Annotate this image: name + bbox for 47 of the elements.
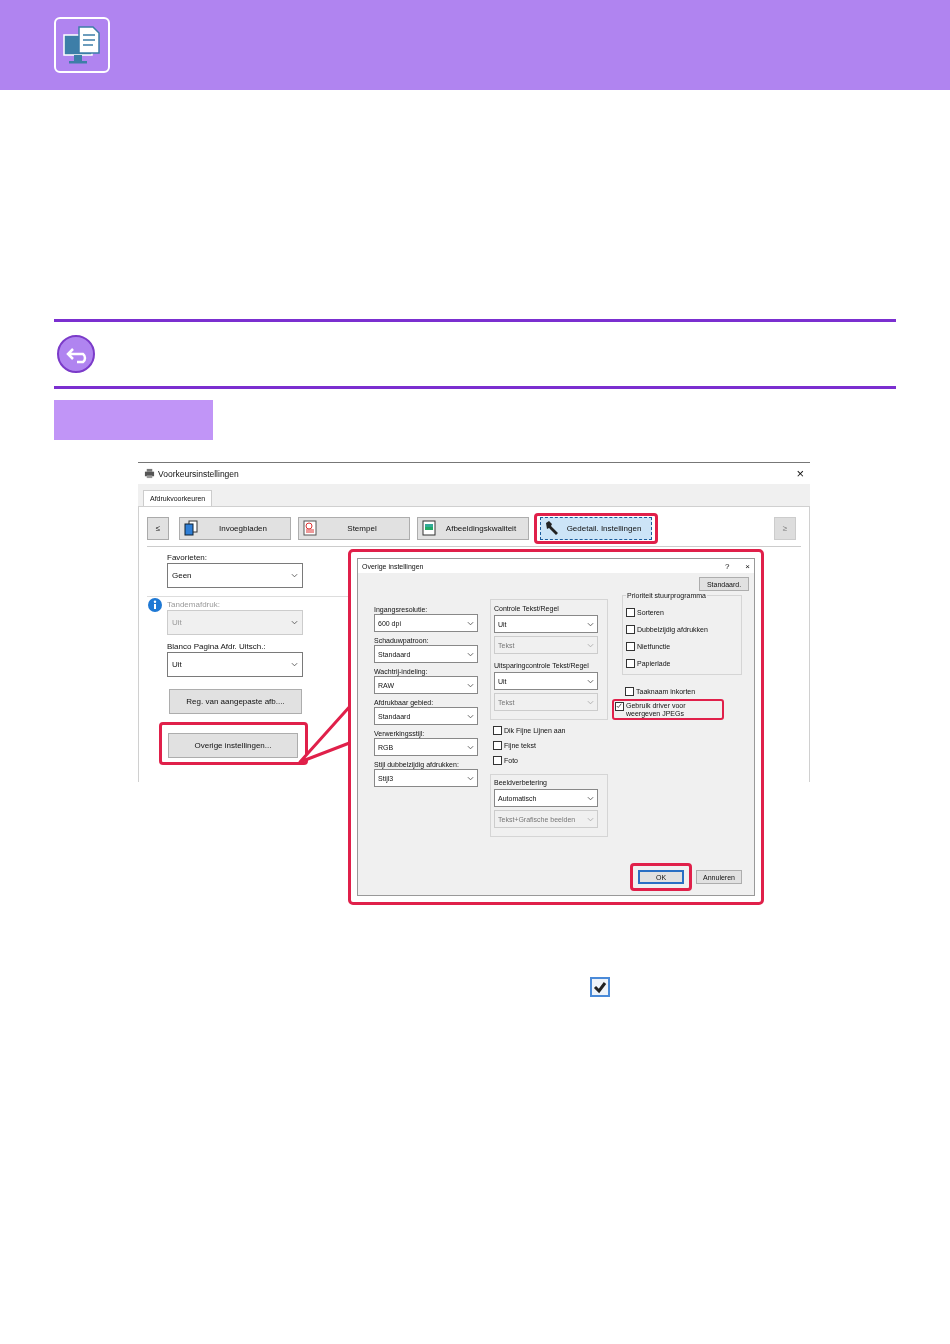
toolbar-button[interactable]: Afbeeldingskwaliteit <box>417 516 529 540</box>
chevron-icon <box>587 816 594 822</box>
chevron-icon <box>291 620 298 625</box>
chevron-icon <box>291 662 298 667</box>
chevron-icon <box>587 621 594 627</box>
chevron-icon <box>467 651 474 657</box>
checkbox[interactable] <box>493 726 502 735</box>
dropdown[interactable]: Geen <box>167 563 303 588</box>
close-button[interactable]: × <box>796 466 804 481</box>
checkbox[interactable] <box>625 687 634 696</box>
button[interactable]: Reg. van aangepaste afb.... <box>169 689 302 714</box>
close-button[interactable]: × <box>745 561 750 571</box>
checkbox[interactable] <box>626 608 635 617</box>
checkbox[interactable] <box>626 625 635 634</box>
checkbox[interactable] <box>615 702 624 711</box>
chevron-icon <box>467 713 474 719</box>
checkbox[interactable] <box>493 741 502 750</box>
printer-icon <box>144 468 155 479</box>
toolbar-button[interactable]: Stempel <box>298 516 410 540</box>
chevron-icon <box>587 678 594 684</box>
toolbar-button[interactable]: Invoegbladen <box>179 516 291 540</box>
computer-document-icon <box>54 17 110 73</box>
chevron-icon <box>291 573 298 578</box>
chevron-icon <box>587 699 594 705</box>
field-label: Tandemafdruk: <box>167 600 220 609</box>
checkbox[interactable] <box>493 756 502 765</box>
toolbar-button[interactable]: Gedetail. Instellingen <box>540 516 652 540</box>
pages-icon <box>183 520 199 536</box>
chevron-icon <box>467 744 474 750</box>
field-label: Favorieten: <box>167 553 208 562</box>
chevron-icon <box>467 620 474 626</box>
window-title: Voorkeursinstellingen <box>158 468 240 479</box>
chevron-icon <box>587 795 594 801</box>
field-label: Blanco Pagina Afdr. Uitsch.: <box>167 642 266 651</box>
chevron-icon <box>467 682 474 688</box>
image-icon <box>421 520 437 536</box>
chevron-icon <box>587 642 594 648</box>
stamp-icon <box>302 520 318 536</box>
checkbox[interactable] <box>626 642 635 651</box>
checkbox-icon <box>590 977 610 997</box>
dropdown[interactable]: Uit <box>167 652 303 677</box>
button[interactable]: Overige instellingen... <box>168 733 298 758</box>
info-icon <box>148 598 162 612</box>
help-button[interactable]: ? <box>724 561 730 571</box>
chevron-icon <box>467 775 474 781</box>
previous-button[interactable]: ≤ <box>147 516 169 540</box>
checkbox[interactable] <box>626 659 635 668</box>
